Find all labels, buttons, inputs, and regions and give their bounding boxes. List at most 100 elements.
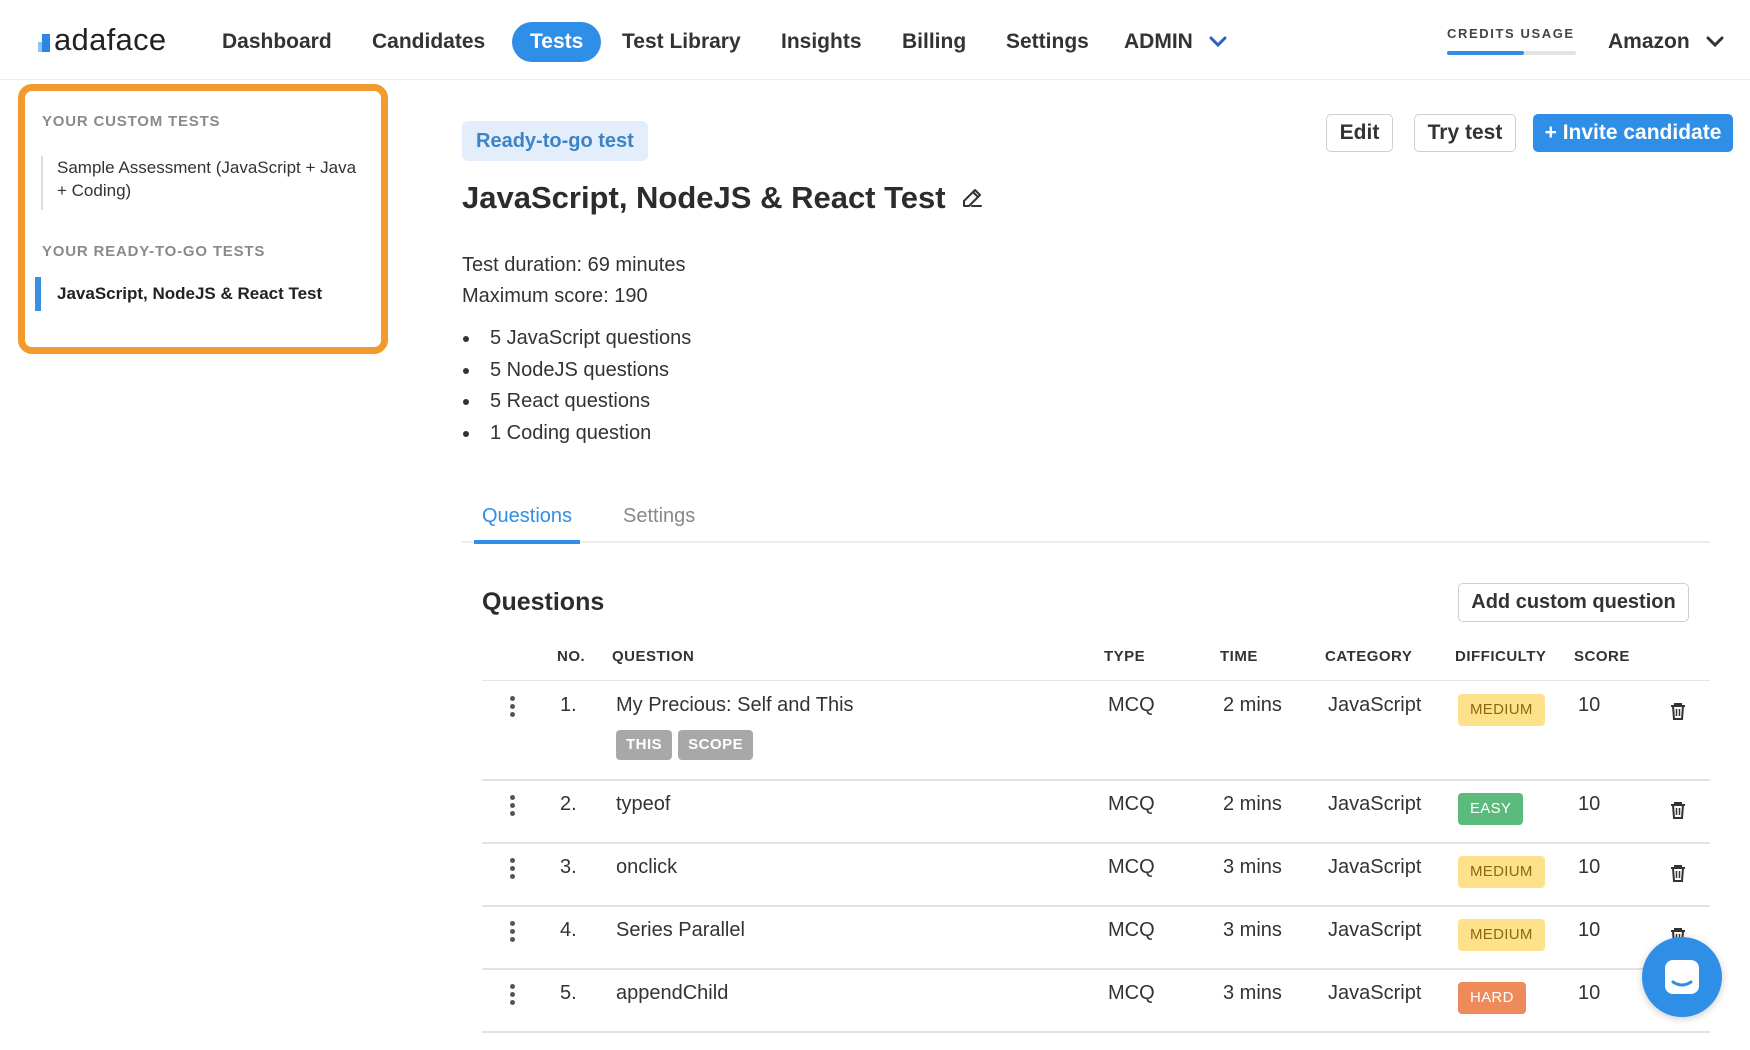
question-category: JavaScript (1328, 856, 1422, 878)
table-row[interactable]: 4. Series Parallel MCQ 3 mins JavaScript… (482, 907, 1710, 970)
tab-settings[interactable]: Settings (615, 505, 703, 543)
summary-item: 5 React questions (462, 387, 691, 419)
question-time: 3 mins (1223, 919, 1282, 941)
kebab-menu-icon[interactable] (510, 795, 516, 819)
credits-usage-label: CREDITS USAGE (1447, 26, 1575, 41)
question-type: MCQ (1108, 694, 1155, 716)
question-title[interactable]: My Precious: Self and This (616, 694, 854, 717)
tab-questions[interactable]: Questions (474, 505, 581, 544)
difficulty-badge: MEDIUM (1458, 856, 1545, 888)
org-label: Amazon (1608, 30, 1690, 53)
question-category: JavaScript (1328, 694, 1422, 716)
nav-insights[interactable]: Insights (781, 22, 862, 62)
add-custom-question-button[interactable]: Add custom question (1458, 583, 1689, 622)
max-score: Maximum score: 190 (462, 285, 648, 307)
question-score: 10 (1578, 856, 1601, 878)
kebab-menu-icon[interactable] (510, 921, 516, 945)
nav-admin-dropdown[interactable]: ADMIN (1124, 22, 1227, 62)
question-title[interactable]: Series Parallel (616, 919, 745, 942)
kebab-menu-icon[interactable] (510, 858, 516, 882)
kebab-menu-icon[interactable] (510, 696, 516, 720)
nav-dashboard[interactable]: Dashboard (222, 22, 332, 62)
col-score: SCORE (1574, 648, 1630, 665)
difficulty-badge: EASY (1458, 793, 1524, 825)
question-no: 1. (560, 694, 577, 716)
sidebar-item-custom-test[interactable]: Sample Assessment (JavaScript + Java + C… (41, 156, 361, 210)
test-duration: Test duration: 69 minutes (462, 254, 686, 276)
col-no: NO. (557, 648, 586, 665)
credits-usage-bar (1447, 51, 1576, 55)
sidebar-item-ready-test[interactable]: JavaScript, NodeJS & React Test (35, 277, 355, 311)
kebab-menu-icon[interactable] (510, 984, 516, 1008)
col-type: TYPE (1104, 648, 1146, 665)
nav-settings[interactable]: Settings (1006, 22, 1089, 62)
test-tabs: Questions Settings (462, 505, 1710, 544)
summary-item: 5 JavaScript questions (462, 324, 691, 356)
nav-candidates[interactable]: Candidates (372, 22, 485, 62)
chevron-down-icon (1209, 36, 1227, 48)
invite-candidate-button[interactable]: + Invite candidate (1533, 114, 1733, 152)
adaface-logo[interactable]: adaface (38, 22, 166, 58)
question-score: 10 (1578, 793, 1601, 815)
question-title[interactable]: appendChild (616, 982, 728, 1005)
question-no: 2. (560, 793, 577, 815)
trash-icon[interactable] (1670, 702, 1686, 720)
question-tag: SCOPE (678, 730, 754, 760)
question-type: MCQ (1108, 856, 1155, 878)
table-row[interactable]: 1. My Precious: Self and This THIS SCOPE … (482, 682, 1710, 781)
chat-launcher-button[interactable] (1642, 937, 1722, 1017)
difficulty-badge: MEDIUM (1458, 919, 1545, 951)
question-no: 5. (560, 982, 577, 1004)
col-question: QUESTION (612, 648, 695, 665)
question-tags: THIS SCOPE (616, 730, 759, 760)
ready-to-go-badge: Ready-to-go test (462, 121, 648, 161)
table-header: NO. QUESTION TYPE TIME CATEGORY DIFFICUL… (482, 648, 1710, 681)
question-score: 10 (1578, 982, 1601, 1004)
nav-tests[interactable]: Tests (512, 22, 602, 62)
table-row[interactable]: 5. appendChild MCQ 3 mins JavaScript HAR… (482, 970, 1710, 1033)
question-category: JavaScript (1328, 919, 1422, 941)
difficulty-badge: HARD (1458, 982, 1526, 1014)
question-time: 3 mins (1223, 982, 1282, 1004)
question-summary-list: 5 JavaScript questions 5 NodeJS question… (462, 324, 691, 450)
question-type: MCQ (1108, 919, 1155, 941)
question-time: 3 mins (1223, 856, 1282, 878)
question-title[interactable]: typeof (616, 793, 670, 816)
col-time: TIME (1220, 648, 1258, 665)
question-time: 2 mins (1223, 694, 1282, 716)
org-dropdown[interactable]: Amazon (1608, 22, 1724, 62)
question-tag: THIS (616, 730, 673, 760)
trash-icon[interactable] (1670, 801, 1686, 819)
trash-icon[interactable] (1670, 864, 1686, 882)
nav-billing[interactable]: Billing (902, 22, 966, 62)
question-title[interactable]: onclick (616, 856, 677, 879)
test-title: JavaScript, NodeJS & React Test (462, 180, 946, 215)
page-title: JavaScript, NodeJS & React Test (462, 180, 984, 216)
try-test-button[interactable]: Try test (1414, 114, 1516, 152)
logo-text: adaface (54, 22, 167, 57)
col-category: CATEGORY (1325, 648, 1413, 665)
chevron-down-icon (1706, 36, 1724, 48)
table-row[interactable]: 2. typeof MCQ 2 mins JavaScript EASY 10 (482, 781, 1710, 844)
pencil-edit-icon[interactable] (960, 186, 984, 210)
question-score: 10 (1578, 919, 1601, 941)
logo-mark-icon (38, 34, 50, 52)
question-score: 10 (1578, 694, 1601, 716)
question-type: MCQ (1108, 793, 1155, 815)
custom-tests-heading: YOUR CUSTOM TESTS (42, 113, 221, 130)
ready-tests-heading: YOUR READY-TO-GO TESTS (42, 243, 266, 260)
chat-icon (1665, 960, 1699, 994)
credits-usage[interactable]: CREDITS USAGE (1447, 26, 1576, 55)
table-row[interactable]: 3. onclick MCQ 3 mins JavaScript MEDIUM … (482, 844, 1710, 907)
summary-item: 1 Coding question (462, 419, 691, 451)
nav-test-library[interactable]: Test Library (622, 22, 741, 62)
difficulty-badge: MEDIUM (1458, 694, 1545, 726)
top-nav-bar: adaface Dashboard Candidates Tests Test … (0, 0, 1750, 80)
col-difficulty: DIFFICULTY (1455, 648, 1547, 665)
question-type: MCQ (1108, 982, 1155, 1004)
question-no: 4. (560, 919, 577, 941)
edit-button[interactable]: Edit (1326, 114, 1393, 152)
question-category: JavaScript (1328, 982, 1422, 1004)
questions-heading: Questions (482, 588, 605, 616)
credits-usage-fill (1447, 51, 1525, 55)
